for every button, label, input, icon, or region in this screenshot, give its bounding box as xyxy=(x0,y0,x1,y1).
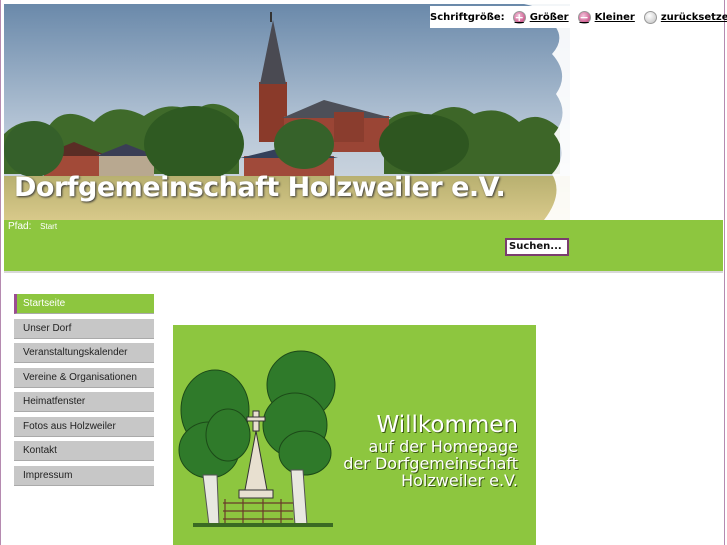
sidebar-item-veranstaltungskalender[interactable]: Veranstaltungskalender xyxy=(14,343,154,363)
welcome-text: Willkommen auf der Homepage der Dorfgeme… xyxy=(343,413,518,490)
font-smaller-label: Kleiner xyxy=(594,11,635,23)
welcome-line-3: der Dorfgemeinschaft xyxy=(343,454,518,474)
sidebar-item-fotos[interactable]: Fotos aus Holzweiler xyxy=(14,416,154,437)
breadcrumb-label: Pfad: xyxy=(8,221,32,232)
sidebar-item-unser-dorf[interactable]: Unser Dorf xyxy=(14,318,154,339)
font-bigger-link[interactable]: + Größer xyxy=(512,10,569,24)
font-size-controls: Schriftgröße: + Größer − Kleiner zurücks… xyxy=(430,6,727,28)
welcome-line-1: Willkommen xyxy=(376,412,518,438)
site-title: Dorfgemeinschaft Holzweiler e.V. xyxy=(14,172,506,203)
font-size-label: Schriftgröße: xyxy=(430,11,505,23)
breadcrumb-current[interactable]: Start xyxy=(40,222,57,231)
welcome-line-4: Holzweiler e.V. xyxy=(401,471,518,491)
welcome-line-2: auf der Homepage xyxy=(368,436,518,456)
sidebar-nav: Startseite Unser Dorf Veranstaltungskale… xyxy=(14,294,154,490)
sidebar-item-impressum[interactable]: Impressum xyxy=(14,465,154,486)
sidebar-item-startseite[interactable]: Startseite xyxy=(14,294,154,314)
plus-icon: + xyxy=(512,10,526,24)
sidebar-item-kontakt[interactable]: Kontakt xyxy=(14,441,154,461)
search-button[interactable]: Suchen... xyxy=(505,238,569,256)
header-photo: Dorfgemeinschaft Holzweiler e.V. xyxy=(4,4,570,220)
navigation-band: Pfad: Start Suchen... xyxy=(4,220,723,273)
font-bigger-label: Größer xyxy=(529,11,569,23)
font-reset-link[interactable]: zurücksetzen xyxy=(643,10,727,24)
minus-icon: − xyxy=(577,10,591,24)
font-reset-label: zurücksetzen xyxy=(660,11,727,23)
sidebar-item-vereine[interactable]: Vereine & Organisationen xyxy=(14,367,154,388)
font-smaller-link[interactable]: − Kleiner xyxy=(577,10,635,24)
breadcrumb: Pfad: Start xyxy=(8,221,57,232)
sidebar-item-heimatfenster[interactable]: Heimatfenster xyxy=(14,392,154,412)
welcome-banner: Willkommen auf der Homepage der Dorfgeme… xyxy=(173,325,536,545)
reset-icon xyxy=(643,10,657,24)
